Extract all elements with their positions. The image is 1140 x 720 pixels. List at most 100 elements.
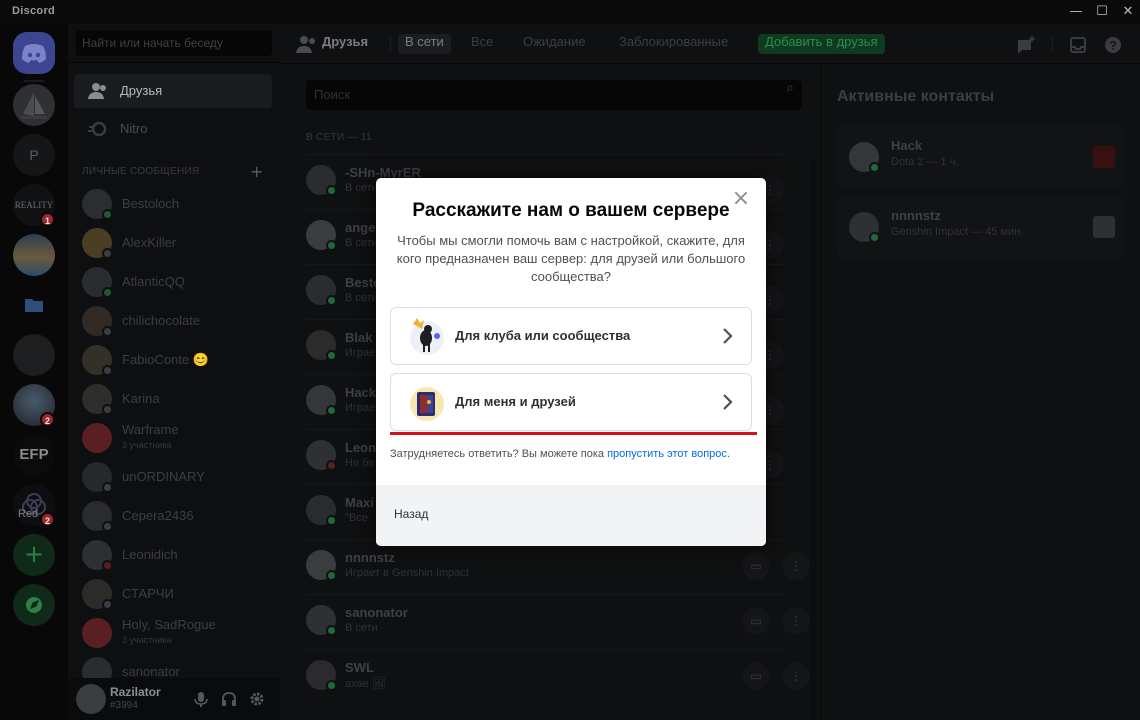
server-icon-sail[interactable] bbox=[13, 84, 55, 126]
status-dot bbox=[102, 482, 113, 493]
contact-activity: Genshin Impact — 45 мин. bbox=[891, 226, 1024, 238]
dm-item[interactable]: Karina bbox=[74, 381, 272, 417]
status-dot bbox=[102, 599, 113, 610]
explore-servers-button[interactable] bbox=[13, 584, 55, 626]
scrollbar[interactable] bbox=[810, 160, 816, 720]
user-panel: Razilator #3994 bbox=[68, 678, 280, 720]
server-icon-p[interactable]: P bbox=[13, 134, 55, 176]
dm-name: Cepera2436 bbox=[122, 508, 194, 523]
dm-item[interactable]: AlexKiller bbox=[74, 225, 272, 261]
page-title: Друзья bbox=[322, 34, 369, 49]
add-friend-button[interactable]: Добавить в друзья bbox=[758, 34, 885, 54]
server-icon-dark-avatar[interactable] bbox=[13, 334, 55, 376]
contact-activity: Dota 2 — 1 ч. bbox=[891, 156, 959, 168]
modal-description: Чтобы мы смогли помочь вам с настройкой,… bbox=[396, 233, 746, 284]
divider bbox=[68, 62, 280, 63]
friend-row[interactable]: nnnnstz Играет в Genshin Impact ▭ ⋮ bbox=[306, 539, 810, 594]
inbox-icon[interactable] bbox=[1068, 35, 1088, 55]
dm-item[interactable]: FabioConte 😊 bbox=[74, 342, 272, 378]
home-button[interactable] bbox=[13, 32, 55, 74]
group-dm-item[interactable]: Holy, SadRogue 3 участника bbox=[74, 615, 272, 651]
message-icon[interactable]: ▭ bbox=[742, 607, 770, 635]
option-club-community[interactable]: Для клуба или сообщества bbox=[390, 307, 752, 365]
server-rail: P REALITY 1 2 EFP Red 2 + bbox=[0, 24, 68, 720]
dm-name: СТАРЧИ bbox=[122, 586, 174, 601]
find-conversation-input[interactable]: Найти или начать беседу bbox=[76, 30, 272, 56]
microphone-icon[interactable] bbox=[192, 690, 210, 708]
nav-nitro[interactable]: Nitro bbox=[74, 112, 272, 146]
active-now-panel: Активные контакты Hack Dota 2 — 1 ч. nnn… bbox=[820, 64, 1140, 720]
friend-row[interactable]: sanonator В сети ▭ ⋮ bbox=[306, 594, 810, 649]
dm-item[interactable]: Cepera2436 bbox=[74, 498, 272, 534]
help-prefix: Затрудняетесь ответить? Вы можете пока bbox=[390, 448, 608, 460]
option-label: Для клуба или сообщества bbox=[455, 328, 631, 343]
modal-title: Расскажите нам о вашем сервере bbox=[412, 200, 730, 221]
settings-gear-icon[interactable] bbox=[248, 690, 266, 708]
active-contact-card[interactable]: Hack Dota 2 — 1 ч. bbox=[837, 126, 1125, 188]
close-window-button[interactable]: ✕ bbox=[1116, 2, 1140, 22]
minimize-button[interactable]: — bbox=[1064, 2, 1088, 22]
dm-name: Bestoloch bbox=[122, 196, 180, 211]
more-options-icon[interactable]: ⋮ bbox=[782, 662, 810, 690]
active-now-title: Активные контакты bbox=[837, 88, 995, 105]
maximize-button[interactable]: ☐ bbox=[1090, 2, 1114, 22]
contact-name: Hack bbox=[891, 138, 923, 153]
server-icon-efp[interactable]: EFP bbox=[13, 434, 55, 476]
me-and-friends-icon bbox=[410, 387, 444, 421]
option-label: Для меня и друзей bbox=[455, 394, 576, 409]
nav-friends[interactable]: Друзья bbox=[74, 74, 272, 108]
friend-status: Играет в Genshin Impact bbox=[345, 567, 469, 579]
headphones-icon[interactable] bbox=[220, 690, 238, 708]
friend-name: Blak bbox=[345, 330, 373, 345]
skip-question-link[interactable]: пропустить этот вопрос bbox=[607, 448, 727, 460]
dm-item[interactable]: Leonidich bbox=[74, 537, 272, 573]
help-icon[interactable]: ? bbox=[1103, 35, 1123, 55]
user-avatar[interactable] bbox=[76, 684, 106, 714]
dm-item[interactable]: chilichocolate bbox=[74, 303, 272, 339]
more-options-icon[interactable]: ⋮ bbox=[782, 552, 810, 580]
friends-search-input[interactable]: Поиск ⌕ bbox=[306, 80, 802, 110]
friend-row[interactable]: SWL ахае 🖼 ▭ ⋮ bbox=[306, 649, 810, 704]
contact-name: nnnnstz bbox=[891, 208, 941, 223]
chevron-right-icon bbox=[723, 394, 733, 410]
status-dot bbox=[102, 248, 113, 259]
friend-status: В сети bbox=[345, 182, 378, 194]
direct-messages-header: ЛИЧНЫЕ СООБЩЕНИЯ bbox=[82, 166, 200, 177]
message-icon[interactable]: ▭ bbox=[742, 552, 770, 580]
compass-icon bbox=[26, 597, 42, 613]
tab-pending[interactable]: Ожидание bbox=[516, 34, 593, 54]
message-icon[interactable]: ▭ bbox=[742, 662, 770, 690]
dota-game-icon bbox=[1093, 146, 1115, 168]
tab-online[interactable]: В сети bbox=[398, 34, 451, 54]
status-dot bbox=[326, 240, 337, 251]
club-community-icon bbox=[410, 318, 444, 355]
friend-status: В сети bbox=[345, 237, 378, 249]
dm-item[interactable]: AtlanticQQ bbox=[74, 264, 272, 300]
group-dm-item[interactable]: Warframe 3 участника bbox=[74, 420, 272, 456]
dm-item[interactable]: sanonator bbox=[74, 654, 272, 678]
nav-label: Друзья bbox=[120, 83, 163, 98]
friends-icon bbox=[296, 36, 315, 53]
friend-status: В сети bbox=[345, 292, 378, 304]
dm-item[interactable]: СТАРЧИ bbox=[74, 576, 272, 612]
help-end: . bbox=[726, 448, 730, 460]
option-me-and-friends[interactable]: Для меня и друзей bbox=[390, 373, 752, 431]
tab-blocked[interactable]: Заблокированные bbox=[612, 34, 735, 54]
dm-item[interactable]: unORDINARY bbox=[74, 459, 272, 495]
dm-item[interactable]: Bestoloch bbox=[74, 186, 272, 222]
status-dot bbox=[326, 405, 337, 416]
folder-icon[interactable] bbox=[13, 284, 55, 326]
discord-logo-icon bbox=[22, 44, 46, 63]
active-contact-card[interactable]: nnnnstz Genshin Impact — 45 мин. bbox=[837, 196, 1125, 258]
friend-status: "Все bbox=[345, 512, 368, 524]
add-server-button[interactable]: + bbox=[13, 534, 55, 576]
friend-name: nnnnstz bbox=[345, 550, 395, 565]
create-dm-button[interactable]: + bbox=[250, 162, 263, 181]
new-group-dm-icon[interactable] bbox=[1016, 35, 1036, 55]
friend-status: В сети bbox=[345, 622, 378, 634]
more-options-icon[interactable]: ⋮ bbox=[782, 607, 810, 635]
back-button[interactable]: Назад bbox=[394, 507, 428, 521]
modal-footer: Назад bbox=[376, 485, 766, 546]
tab-all[interactable]: Все bbox=[464, 34, 500, 54]
server-icon-landscape[interactable] bbox=[13, 234, 55, 276]
